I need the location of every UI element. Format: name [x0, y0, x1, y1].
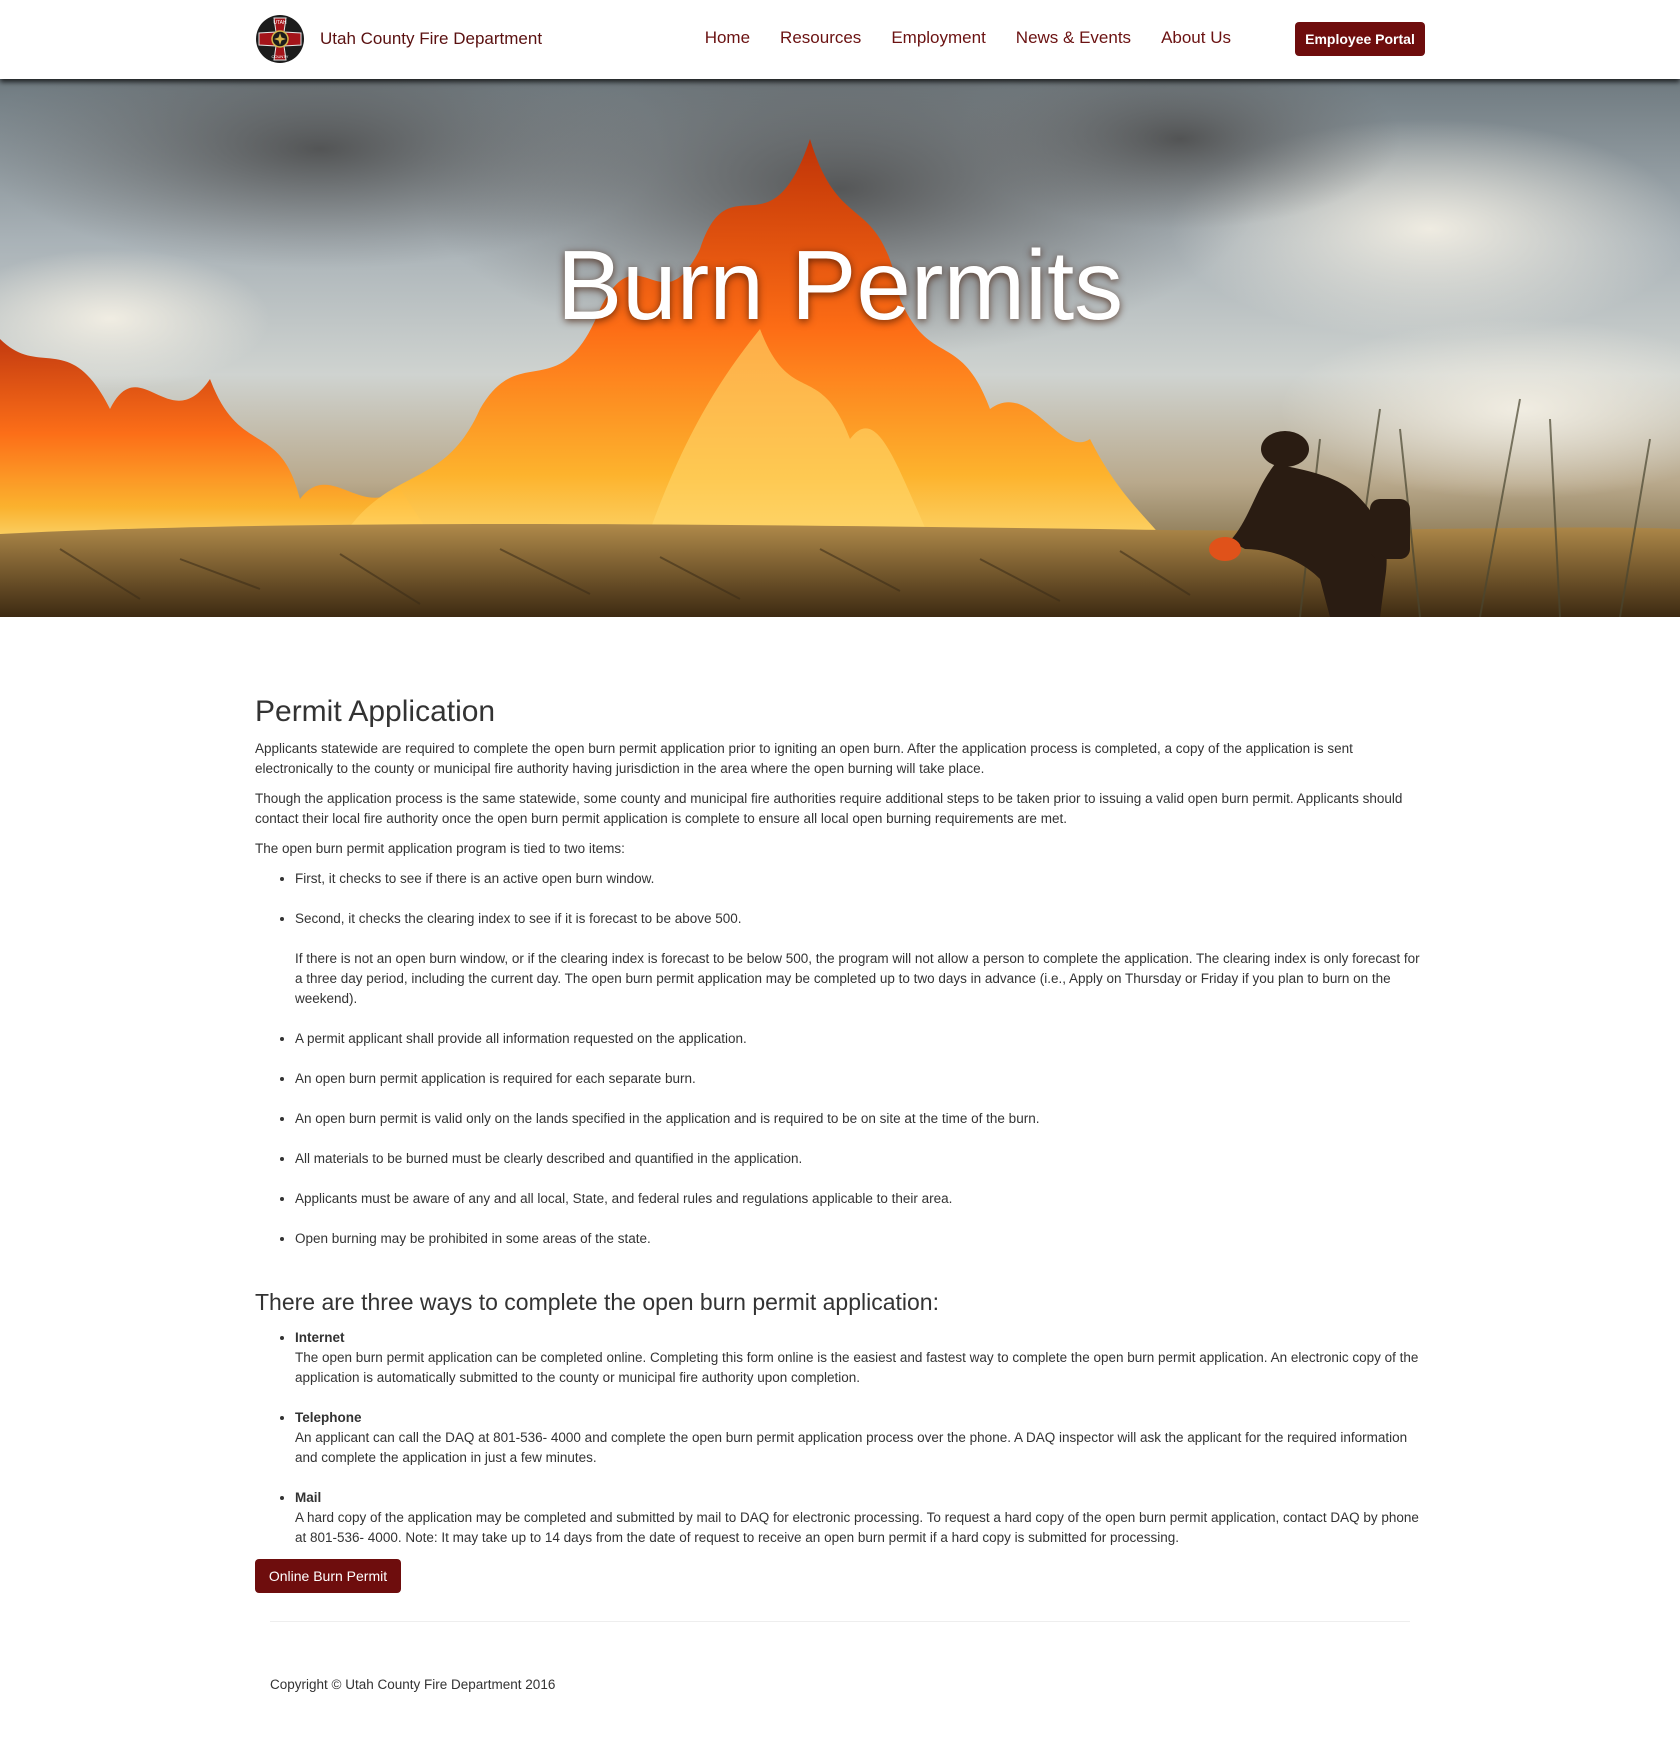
- method-internet: Internet The open burn permit applicatio…: [295, 1328, 1425, 1388]
- method-description: The open burn permit application can be …: [295, 1350, 1419, 1385]
- logo-top-text: UTAH: [273, 20, 287, 26]
- method-title: Mail: [295, 1490, 322, 1505]
- hero-title: Burn Permits: [556, 230, 1124, 340]
- main-nav: Home Resources Employment News & Events …: [705, 28, 1231, 48]
- requirement-text: All materials to be burned must be clear…: [295, 1151, 803, 1166]
- footer: Copyright © Utah County Fire Department …: [270, 1621, 1410, 1695]
- requirement-item: First, it checks to see if there is an a…: [295, 869, 1425, 889]
- clearing-index-note: If there is not an open burn window, or …: [295, 951, 1420, 1006]
- navbar: UTAH COUNTY Utah County Fire Department …: [0, 0, 1680, 79]
- intro-paragraph: The open burn permit application program…: [255, 841, 625, 856]
- brand-name: Utah County Fire Department: [320, 29, 543, 48]
- requirement-item: A permit applicant shall provide all inf…: [295, 1029, 1425, 1049]
- method-title: Telephone: [295, 1410, 362, 1425]
- copyright-text: Copyright © Utah County Fire Department …: [270, 1677, 556, 1692]
- wildfire-photo: [0, 79, 1680, 617]
- brand-link[interactable]: UTAH COUNTY Utah County Fire Department: [255, 14, 542, 64]
- method-description: An applicant can call the DAQ at 801-536…: [295, 1430, 1408, 1465]
- requirement-item: All materials to be burned must be clear…: [295, 1149, 1425, 1169]
- online-burn-permit-button[interactable]: Online Burn Permit: [255, 1559, 401, 1593]
- requirement-text: Second, it checks the clearing index to …: [295, 911, 742, 926]
- intro-paragraph: Though the application process is the sa…: [255, 791, 1403, 826]
- requirements-list: First, it checks to see if there is an a…: [255, 869, 1425, 1249]
- nav-news-events[interactable]: News & Events: [1016, 28, 1131, 48]
- logo-bottom-text: COUNTY: [272, 54, 289, 59]
- method-mail: Mail A hard copy of the application may …: [295, 1488, 1425, 1548]
- hero-banner: Burn Permits: [0, 79, 1680, 617]
- requirement-item: Applicants must be aware of any and all …: [295, 1189, 1425, 1209]
- method-title: Internet: [295, 1330, 345, 1345]
- method-telephone: Telephone An applicant can call the DAQ …: [295, 1408, 1425, 1468]
- requirement-text: First, it checks to see if there is an a…: [295, 871, 655, 886]
- requirement-text: An open burn permit application is requi…: [295, 1071, 696, 1086]
- nav-employment[interactable]: Employment: [891, 28, 985, 48]
- nav-resources[interactable]: Resources: [780, 28, 861, 48]
- methods-list: Internet The open burn permit applicatio…: [255, 1328, 1425, 1548]
- department-logo-icon: UTAH COUNTY: [256, 15, 304, 63]
- requirement-text: A permit applicant shall provide all inf…: [295, 1031, 747, 1046]
- permit-application-heading: Permit Application: [255, 695, 496, 728]
- requirement-item: Second, it checks the clearing index to …: [295, 909, 1425, 1009]
- requirement-item: An open burn permit application is requi…: [295, 1069, 1425, 1089]
- three-ways-heading: There are three ways to complete the ope…: [255, 1289, 939, 1315]
- requirement-item: Open burning may be prohibited in some a…: [295, 1229, 1425, 1249]
- nav-about-us[interactable]: About Us: [1161, 28, 1231, 48]
- requirement-text: An open burn permit is valid only on the…: [295, 1111, 1040, 1126]
- intro-paragraph: Applicants statewide are required to com…: [255, 741, 1353, 776]
- requirement-text: Open burning may be prohibited in some a…: [295, 1231, 651, 1246]
- navbar-inner: UTAH COUNTY Utah County Fire Department …: [255, 0, 1425, 79]
- nav-home[interactable]: Home: [705, 28, 750, 48]
- employee-portal-button[interactable]: Employee Portal: [1295, 22, 1425, 56]
- method-description: A hard copy of the application may be co…: [295, 1510, 1419, 1545]
- requirement-item: An open burn permit is valid only on the…: [295, 1109, 1425, 1129]
- main-content: Permit Application Applicants statewide …: [255, 695, 1425, 1593]
- requirement-text: Applicants must be aware of any and all …: [295, 1191, 953, 1206]
